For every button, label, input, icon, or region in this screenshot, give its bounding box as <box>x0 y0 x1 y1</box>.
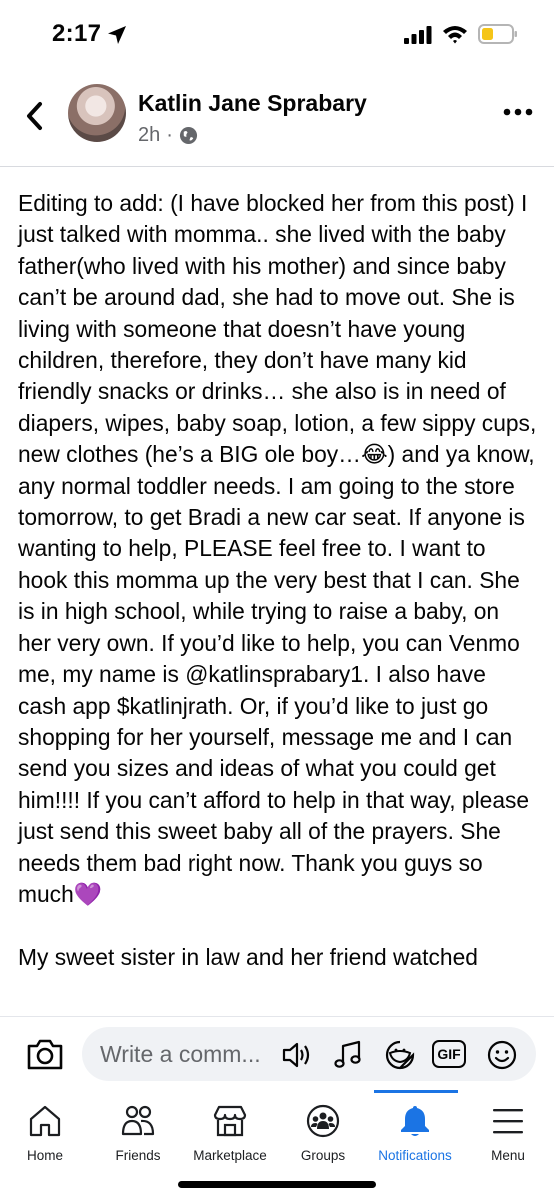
post-body: Editing to add: (I have blocked her from… <box>18 188 538 974</box>
post-text-part2: ) and ya know, any normal toddler needs.… <box>18 441 535 907</box>
purple-heart-emoji: 💜 <box>73 880 103 907</box>
comment-bar: Write a comm... GIF <box>0 1016 554 1091</box>
audio-speaker-icon[interactable] <box>280 1039 312 1071</box>
comment-placeholder: Write a comm... <box>100 1041 261 1067</box>
cellular-signal-icon <box>404 26 432 44</box>
post-text-second: My sweet sister in law and her friend wa… <box>18 944 478 971</box>
meta-separator: · <box>166 124 173 146</box>
nav-notifications[interactable]: Notifications <box>367 1090 463 1170</box>
groups-icon <box>306 1104 340 1138</box>
nav-marketplace-label: Marketplace <box>193 1148 267 1163</box>
battery-icon <box>478 24 517 44</box>
home-indicator <box>178 1181 376 1188</box>
notifications-bell-icon <box>401 1106 429 1136</box>
post-text: Editing to add: (I have blocked her from… <box>18 188 538 910</box>
post-header: Katlin Jane Sprabary 2h · <box>0 70 554 167</box>
camera-icon[interactable] <box>26 1037 64 1071</box>
post-text-part1: Editing to add: (I have blocked her from… <box>18 190 537 468</box>
nav-home[interactable]: Home <box>0 1090 93 1170</box>
gif-label: GIF <box>437 1046 461 1062</box>
location-arrow-icon <box>108 26 126 44</box>
nav-groups-label: Groups <box>300 1148 346 1163</box>
wifi-icon <box>443 26 467 44</box>
author-avatar[interactable] <box>68 84 126 142</box>
sticker-icon[interactable] <box>384 1039 416 1071</box>
nav-menu-label: Menu <box>491 1148 525 1163</box>
post-meta: 2h · <box>138 124 198 147</box>
author-name[interactable]: Katlin Jane Sprabary <box>138 90 367 117</box>
music-note-icon[interactable] <box>332 1039 364 1071</box>
nav-marketplace[interactable]: Marketplace <box>182 1090 278 1170</box>
nav-menu[interactable]: Menu <box>460 1090 554 1170</box>
nav-home-label: Home <box>26 1148 63 1163</box>
nav-groups[interactable]: Groups <box>275 1090 371 1170</box>
back-arrow-icon[interactable] <box>20 98 50 134</box>
home-icon <box>29 1105 61 1137</box>
nav-notifications-label: Notifications <box>378 1148 452 1163</box>
nav-friends[interactable]: Friends <box>90 1090 186 1170</box>
friends-icon <box>121 1105 155 1136</box>
laughing-emoji: 😂 <box>360 441 388 468</box>
more-options-icon[interactable] <box>502 104 534 120</box>
nav-friends-label: Friends <box>115 1148 161 1163</box>
gif-button[interactable]: GIF <box>432 1040 466 1068</box>
comment-input[interactable]: Write a comm... GIF <box>82 1027 536 1081</box>
menu-hamburger-icon <box>493 1109 523 1134</box>
public-globe-icon <box>179 126 197 145</box>
status-time: 2:17 <box>52 20 102 47</box>
post-time: 2h <box>138 124 161 146</box>
marketplace-store-icon <box>213 1105 247 1137</box>
status-bar: 2:17 <box>0 0 554 70</box>
emoji-smiley-icon[interactable] <box>486 1039 518 1071</box>
